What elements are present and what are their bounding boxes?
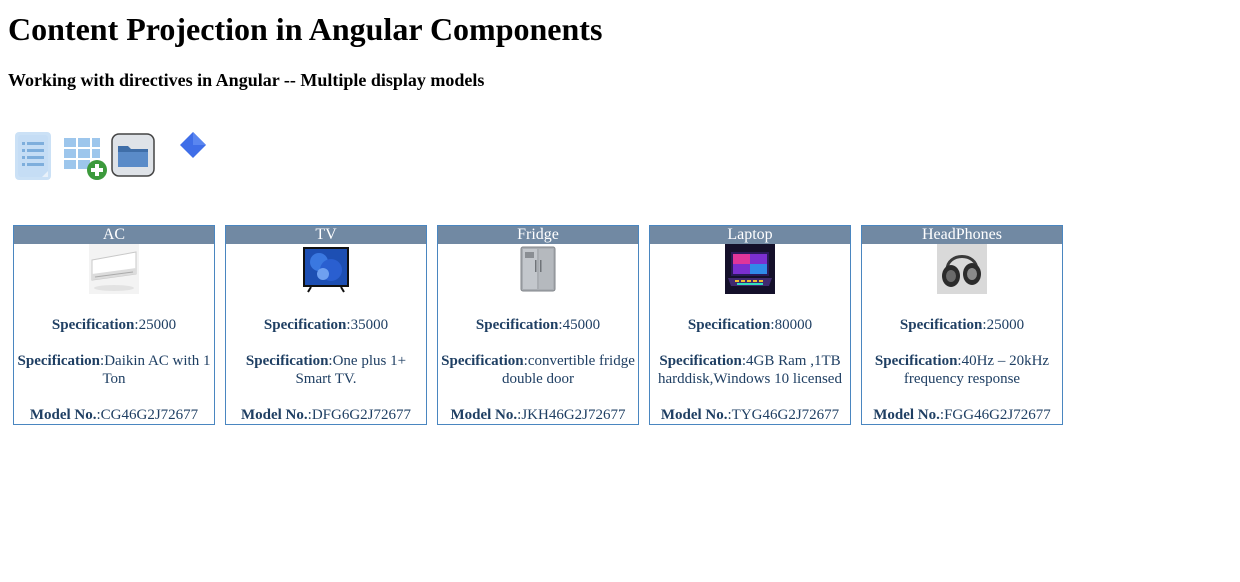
diamond-icon[interactable] xyxy=(178,130,208,160)
spec-price: Specification:35000 xyxy=(263,317,389,333)
list-view-icon[interactable] xyxy=(12,130,54,182)
product-name: HeadPhones xyxy=(862,226,1062,244)
product-name: Laptop xyxy=(650,226,850,244)
model-number: Model No.:CG46G2J72677 xyxy=(29,407,199,423)
product-name: TV xyxy=(226,226,426,244)
model-number: Model No.:DFG6G2J72677 xyxy=(240,407,412,423)
laptop-image xyxy=(725,244,775,294)
product-card: TV Specification:35000 Specification:One… xyxy=(225,225,427,425)
table-add-icon[interactable] xyxy=(62,134,110,182)
product-card: Laptop Specification:80000 Specification… xyxy=(649,225,851,425)
spec-price: Specification:25000 xyxy=(51,317,177,333)
spec-price: Specification:25000 xyxy=(899,317,1025,333)
product-card: HeadPhones Specification:25000 Specifica… xyxy=(861,225,1063,425)
product-name: AC xyxy=(14,226,214,244)
display-mode-toolbar xyxy=(12,128,212,184)
spec-description: Specification:One plus 1+ Smart TV. xyxy=(245,353,407,387)
model-number: Model No.:TYG46G2J72677 xyxy=(660,407,840,423)
product-card: AC Specification:25000 Specification:Dai… xyxy=(13,225,215,425)
model-number: Model No.:FGG46G2J72677 xyxy=(873,407,1051,423)
page-subtitle: Working with directives in Angular -- Mu… xyxy=(8,70,485,90)
product-card: Fridge Specification:45000 Specification… xyxy=(437,225,639,425)
spec-description: Specification:convertible fridge double … xyxy=(441,353,635,387)
folder-icon[interactable] xyxy=(111,133,155,177)
spec-description: Specification:4GB Ram ,1TB harddisk,Wind… xyxy=(658,353,842,387)
model-number: Model No.:JKH46G2J72677 xyxy=(450,407,626,423)
spec-description: Specification:40Hz – 20kHz frequency res… xyxy=(874,353,1050,387)
product-name: Fridge xyxy=(438,226,638,244)
television-image xyxy=(301,244,351,294)
headphones-image xyxy=(937,244,987,294)
spec-description: Specification:Daikin AC with 1 Ton xyxy=(17,353,211,387)
spec-price: Specification:80000 xyxy=(687,317,813,333)
fridge-image xyxy=(513,244,563,294)
air-conditioner-image xyxy=(89,244,139,294)
page-title: Content Projection in Angular Components xyxy=(8,11,603,47)
spec-price: Specification:45000 xyxy=(475,317,601,333)
